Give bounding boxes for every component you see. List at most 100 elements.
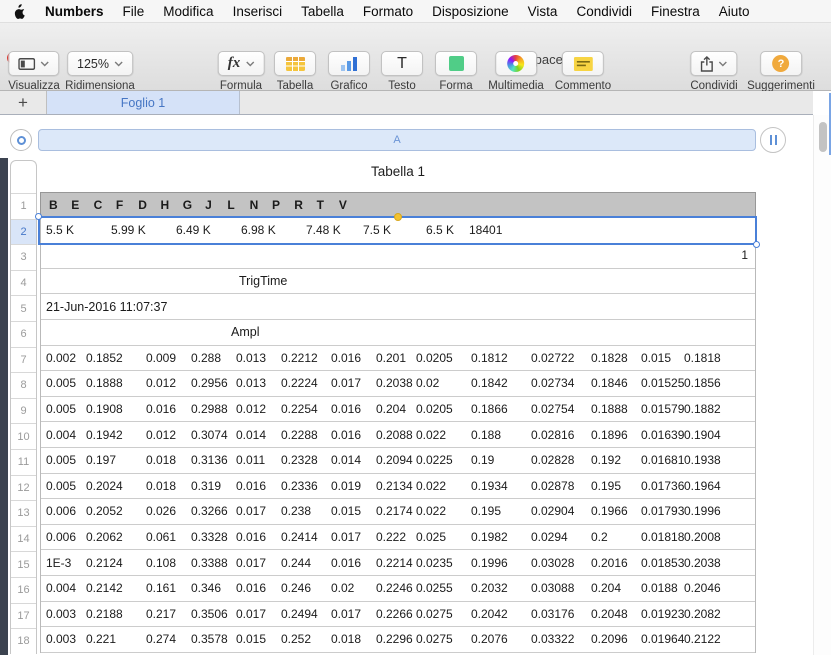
cell[interactable]: 0.244 bbox=[281, 556, 331, 570]
row-number-6[interactable]: 6 bbox=[11, 321, 36, 347]
cell[interactable]: 0.006 bbox=[46, 504, 86, 518]
cell[interactable]: 0.2008 bbox=[684, 530, 755, 544]
column-header-a[interactable]: A bbox=[38, 129, 756, 151]
row-number-3[interactable]: 3 bbox=[11, 244, 36, 270]
cell[interactable]: 0.02904 bbox=[531, 504, 591, 518]
comment-button[interactable]: Commento bbox=[555, 51, 611, 92]
cell[interactable]: 0.2096 bbox=[591, 632, 641, 646]
table-handle-button[interactable] bbox=[10, 129, 32, 151]
cell[interactable]: 0.252 bbox=[281, 632, 331, 646]
cell[interactable]: 0.1904 bbox=[684, 428, 755, 442]
cell[interactable]: 0.188 bbox=[471, 428, 531, 442]
menu-tabella[interactable]: Tabella bbox=[301, 4, 344, 19]
cell[interactable]: 0.017 bbox=[331, 530, 376, 544]
cell[interactable]: 0.02878 bbox=[531, 479, 591, 493]
cell[interactable]: 0.02 bbox=[416, 376, 471, 390]
cell[interactable]: 0.011 bbox=[236, 453, 281, 467]
cell[interactable]: 0.221 bbox=[86, 632, 146, 646]
cell[interactable]: 0.2988 bbox=[191, 402, 236, 416]
cell[interactable]: 0.2142 bbox=[86, 581, 146, 595]
cell[interactable]: 0.161 bbox=[146, 581, 191, 595]
cell[interactable]: 21-Jun-2016 11:07:37 bbox=[46, 300, 167, 314]
cell[interactable]: 0.3266 bbox=[191, 504, 236, 518]
row-number-9[interactable]: 9 bbox=[11, 398, 36, 424]
cell[interactable]: 0.0275 bbox=[416, 607, 471, 621]
cell[interactable]: 0.02722 bbox=[531, 351, 591, 365]
cell[interactable]: 0.006 bbox=[46, 530, 86, 544]
cell[interactable]: 0.017 bbox=[236, 607, 281, 621]
cell[interactable]: 0.1938 bbox=[684, 453, 755, 467]
cell[interactable]: 0.01579 bbox=[641, 402, 684, 416]
cell[interactable]: 0.3074 bbox=[191, 428, 236, 442]
cell[interactable]: 0.005 bbox=[46, 402, 86, 416]
cell[interactable]: 0.061 bbox=[146, 530, 191, 544]
column-letter[interactable]: D bbox=[138, 198, 160, 212]
cell[interactable]: 0.1842 bbox=[471, 376, 531, 390]
menu-aiuto[interactable]: Aiuto bbox=[719, 4, 750, 19]
cell[interactable]: 0.2042 bbox=[471, 607, 531, 621]
cell[interactable]: 0.018 bbox=[331, 632, 376, 646]
cell[interactable]: 0.004 bbox=[46, 428, 86, 442]
cell[interactable]: 0.016 bbox=[331, 428, 376, 442]
cell[interactable]: 0.016 bbox=[331, 556, 376, 570]
cell[interactable]: 0.195 bbox=[591, 479, 641, 493]
cell[interactable]: 0.02 bbox=[331, 581, 376, 595]
cell[interactable]: 0.2024 bbox=[86, 479, 146, 493]
cell[interactable]: 0.1996 bbox=[471, 556, 531, 570]
cell[interactable]: 0.01681 bbox=[641, 453, 684, 467]
cell[interactable]: 0.01923 bbox=[641, 607, 684, 621]
cell[interactable]: 0.2414 bbox=[281, 530, 331, 544]
menu-disposizione[interactable]: Disposizione bbox=[432, 4, 509, 19]
row-number-18[interactable]: 18 bbox=[11, 628, 36, 654]
cell[interactable]: 0.2246 bbox=[376, 581, 416, 595]
scrollbar-thumb[interactable] bbox=[819, 122, 827, 152]
cell[interactable]: 0.004 bbox=[46, 581, 86, 595]
menu-vista[interactable]: Vista bbox=[528, 4, 558, 19]
cell[interactable]: 0.0275 bbox=[416, 632, 471, 646]
menu-condividi[interactable]: Condividi bbox=[576, 4, 632, 19]
cell[interactable]: 0.01525 bbox=[641, 376, 684, 390]
cell[interactable]: 0.1812 bbox=[471, 351, 531, 365]
chart-insert-button[interactable]: Grafico bbox=[328, 51, 370, 92]
cell[interactable]: 0.1934 bbox=[471, 479, 531, 493]
column-letter[interactable]: N bbox=[250, 198, 272, 212]
cell[interactable]: 0.19 bbox=[471, 453, 531, 467]
share-button[interactable]: Condividi bbox=[690, 51, 737, 92]
cell[interactable]: 0.238 bbox=[281, 504, 331, 518]
cell[interactable]: 0.2094 bbox=[376, 453, 416, 467]
cell[interactable]: 0.2038 bbox=[684, 556, 755, 570]
cell[interactable]: 0.1866 bbox=[471, 402, 531, 416]
cell[interactable]: 0.2076 bbox=[471, 632, 531, 646]
table-insert-button[interactable]: Tabella bbox=[274, 51, 316, 92]
cell[interactable]: 0.3328 bbox=[191, 530, 236, 544]
column-resize-button[interactable] bbox=[760, 127, 786, 153]
cell[interactable]: 0.017 bbox=[331, 607, 376, 621]
column-letter[interactable]: P bbox=[272, 198, 294, 212]
column-letter[interactable]: V bbox=[339, 198, 361, 212]
cell[interactable]: 0.013 bbox=[236, 376, 281, 390]
cell[interactable]: 0.217 bbox=[146, 607, 191, 621]
column-letter[interactable]: C bbox=[94, 198, 116, 212]
tips-button[interactable]: ? Suggerimenti bbox=[747, 51, 815, 92]
cell[interactable]: 0.022 bbox=[416, 479, 471, 493]
cell[interactable]: 0.0205 bbox=[416, 402, 471, 416]
cell[interactable]: 0.2296 bbox=[376, 632, 416, 646]
cell[interactable]: 0.005 bbox=[46, 376, 86, 390]
cell[interactable]: 0.0225 bbox=[416, 453, 471, 467]
cell[interactable]: 0.2174 bbox=[376, 504, 416, 518]
row-number-2[interactable]: 2 bbox=[11, 219, 36, 245]
cell[interactable]: 0.01853 bbox=[641, 556, 684, 570]
cell[interactable]: 0.2224 bbox=[281, 376, 331, 390]
cell[interactable]: 0.0235 bbox=[416, 556, 471, 570]
cell[interactable]: 0.014 bbox=[236, 428, 281, 442]
cell[interactable]: 0.016 bbox=[331, 351, 376, 365]
row-number-7[interactable]: 7 bbox=[11, 347, 36, 373]
cell[interactable]: 0.2032 bbox=[471, 581, 531, 595]
cell[interactable]: 0.016 bbox=[236, 530, 281, 544]
cell[interactable]: 0.1982 bbox=[471, 530, 531, 544]
cell[interactable]: 0.018 bbox=[146, 453, 191, 467]
apple-menu-icon[interactable] bbox=[13, 4, 26, 19]
cell[interactable]: 0.016 bbox=[146, 402, 191, 416]
cell[interactable]: 7.48 K bbox=[306, 223, 363, 237]
cell[interactable]: 0.2494 bbox=[281, 607, 331, 621]
